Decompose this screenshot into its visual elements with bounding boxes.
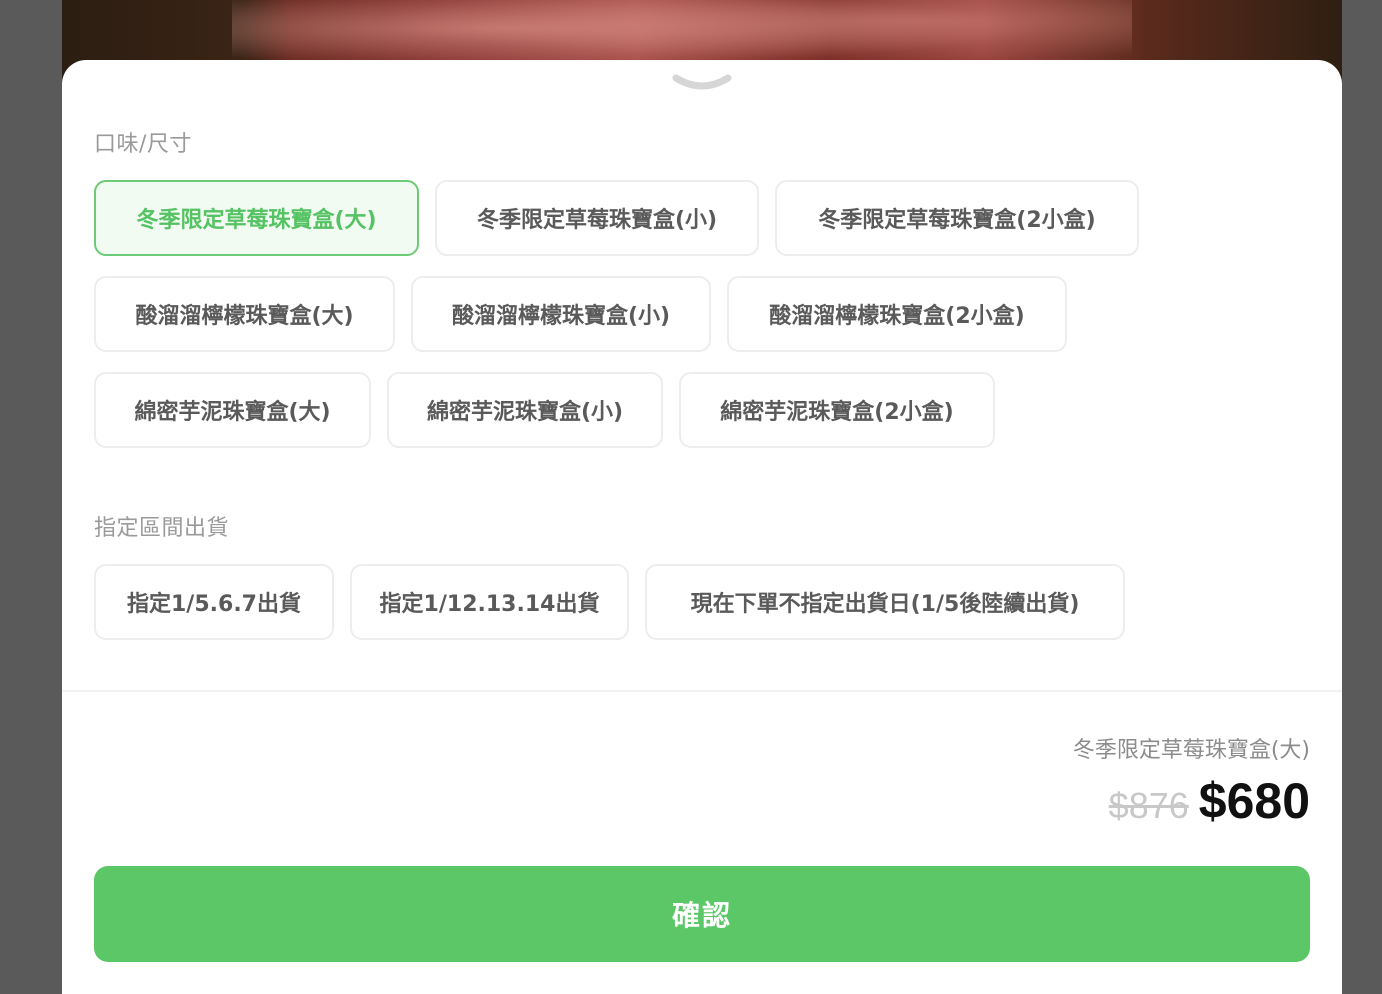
flavor-size-label: 口味/尺寸 (94, 132, 192, 157)
original-price: $876 (1108, 785, 1189, 826)
flavor-option-taro-small[interactable]: 綿密芋泥珠寶盒(小) (387, 372, 663, 448)
shipping-option-jan-12-13-14[interactable]: 指定1/12.13.14出貨 (350, 564, 629, 640)
chevron-down-icon[interactable] (672, 72, 732, 96)
divider (62, 690, 1342, 692)
shipping-option-jan-5-6-7[interactable]: 指定1/5.6.7出貨 (94, 564, 334, 640)
option-bottom-sheet: 口味/尺寸 冬季限定草莓珠寶盒(大) 冬季限定草莓珠寶盒(小) 冬季限定草莓珠寶… (62, 60, 1342, 994)
flavor-option-taro-large[interactable]: 綿密芋泥珠寶盒(大) (94, 372, 371, 448)
flavor-option-taro-2small[interactable]: 綿密芋泥珠寶盒(2小盒) (679, 372, 995, 448)
shipping-option-unspecified[interactable]: 現在下單不指定出貨日(1/5後陸續出貨) (645, 564, 1125, 640)
flavor-option-lemon-large[interactable]: 酸溜溜檸檬珠寶盒(大) (94, 276, 395, 352)
flavor-option-lemon-2small[interactable]: 酸溜溜檸檬珠寶盒(2小盒) (727, 276, 1067, 352)
final-price: $680 (1198, 773, 1310, 829)
flavor-option-strawberry-large[interactable]: 冬季限定草莓珠寶盒(大) (94, 180, 419, 256)
price-row: $876 $680 (1109, 772, 1310, 830)
flavor-option-strawberry-small[interactable]: 冬季限定草莓珠寶盒(小) (435, 180, 759, 256)
confirm-button[interactable]: 確認 (94, 866, 1310, 962)
selected-option-name: 冬季限定草莓珠寶盒(大) (1072, 738, 1310, 763)
flavor-option-strawberry-2small[interactable]: 冬季限定草莓珠寶盒(2小盒) (775, 180, 1139, 256)
shipping-window-label: 指定區間出貨 (94, 516, 230, 541)
flavor-option-lemon-small[interactable]: 酸溜溜檸檬珠寶盒(小) (411, 276, 711, 352)
